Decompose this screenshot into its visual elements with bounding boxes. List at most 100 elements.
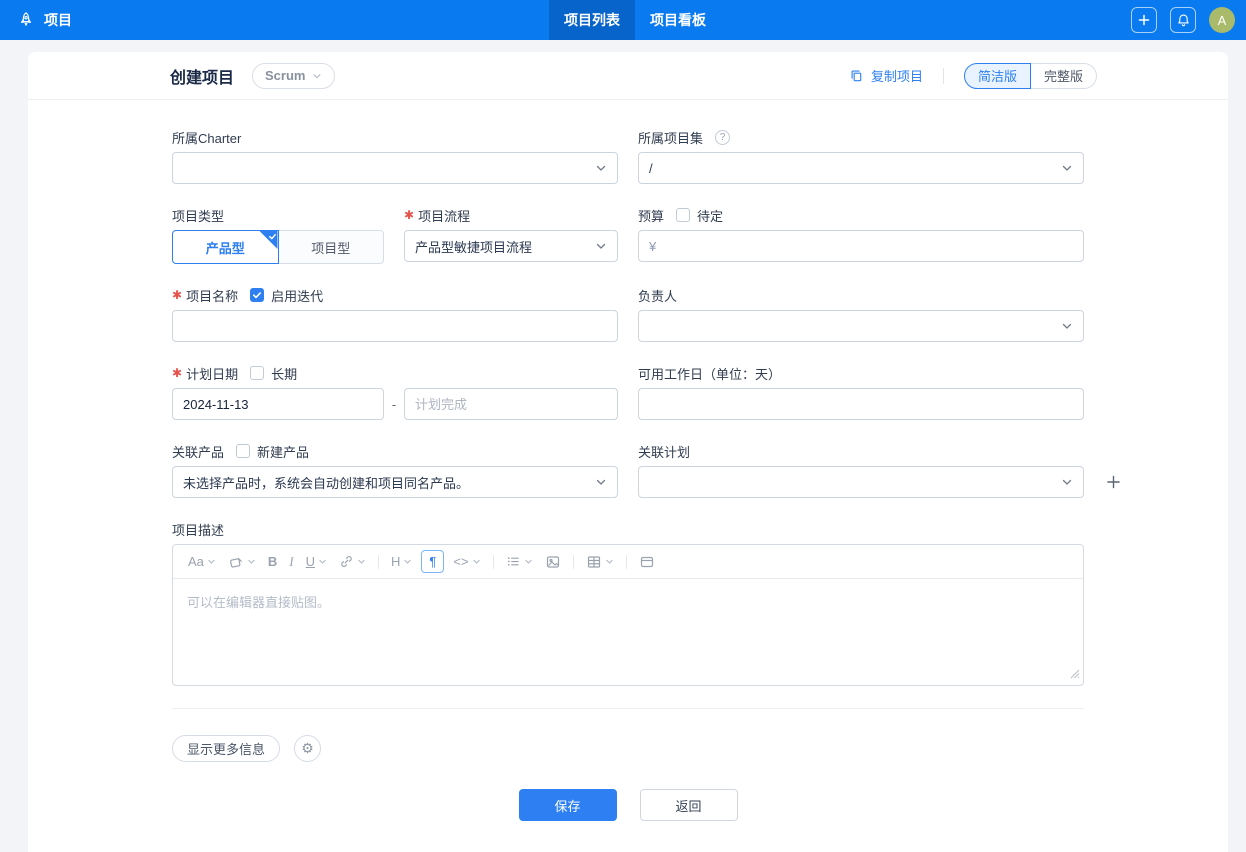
program-label: 所属项目集: [638, 130, 704, 146]
new-product-checkbox[interactable]: 新建产品: [236, 442, 309, 461]
tab-project-list[interactable]: 项目列表: [549, 0, 635, 40]
field-charter: 所属Charter: [172, 128, 618, 184]
app-title: 项目: [44, 12, 72, 28]
link-button[interactable]: [333, 550, 372, 574]
field-budget: 预算 待定 ¥: [638, 206, 1084, 264]
chevron-down-icon: [524, 557, 533, 566]
app-home[interactable]: 项目: [0, 10, 72, 30]
framework-selector[interactable]: Scrum: [252, 62, 336, 89]
budget-label: 预算: [638, 208, 665, 224]
budget-input[interactable]: [662, 231, 1073, 261]
chevron-down-icon: [595, 476, 607, 488]
editor-toolbar: Aa B I U H ¶ <>: [173, 545, 1083, 579]
required-mark: ✱: [404, 208, 415, 222]
project-type-project-label: 项目型: [311, 240, 351, 256]
divider: [625, 554, 627, 569]
field-owner: 负责人: [638, 286, 1084, 342]
iteration-checkbox[interactable]: 启用迭代: [250, 286, 323, 305]
help-icon[interactable]: ?: [715, 129, 731, 145]
field-project-type: 项目类型 产品型 项目型: [172, 206, 384, 264]
process-select[interactable]: 产品型敏捷项目流程: [404, 230, 618, 262]
chevron-down-icon: [1061, 162, 1073, 174]
chevron-down-icon: [1061, 476, 1073, 488]
italic-button[interactable]: I: [283, 550, 299, 574]
text-color-icon: [228, 554, 244, 570]
topbar: 项目 项目列表 项目看板 A: [0, 0, 1246, 40]
resize-handle-icon[interactable]: [1069, 667, 1080, 682]
code-button[interactable]: <>: [447, 550, 486, 574]
longterm-checkbox[interactable]: 长期: [250, 364, 297, 383]
rocket-icon: [17, 11, 35, 29]
workdays-input[interactable]: [638, 388, 1084, 420]
list-button[interactable]: [500, 550, 539, 574]
charter-select[interactable]: [172, 152, 618, 184]
view-toggle: 简洁版 完整版: [963, 62, 1097, 89]
product-select[interactable]: 未选择产品时，系统会自动创建和项目同名产品。: [172, 466, 618, 498]
framework-selector-label: Scrum: [265, 68, 306, 83]
budget-pending-checkbox[interactable]: 待定: [676, 206, 723, 225]
currency-symbol: ¥: [649, 238, 657, 254]
bell-icon: [1176, 13, 1191, 28]
field-plan-date: ✱计划日期 长期 -: [172, 364, 618, 420]
process-value: 产品型敏捷项目流程: [415, 239, 533, 255]
heading-icon: H: [391, 554, 401, 569]
bold-icon: B: [267, 554, 278, 569]
notifications-button[interactable]: [1170, 7, 1196, 33]
budget-pending-label: 待定: [697, 208, 724, 224]
project-type-product[interactable]: 产品型: [172, 230, 279, 264]
chevron-down-icon: [595, 240, 607, 252]
save-button[interactable]: 保存: [518, 789, 617, 821]
link-icon: [339, 554, 354, 569]
add-plan-button[interactable]: [1106, 475, 1121, 490]
new-product-label: 新建产品: [257, 444, 310, 460]
divider: [492, 554, 494, 569]
show-more-button[interactable]: 显示更多信息: [172, 735, 281, 762]
bold-button[interactable]: B: [262, 550, 283, 574]
owner-select[interactable]: [638, 310, 1084, 342]
budget-input-wrap: ¥: [638, 230, 1084, 262]
plan-begin-input[interactable]: [172, 388, 384, 420]
editor-content[interactable]: 可以在编辑器直接贴图。: [173, 579, 1083, 685]
charter-label: 所属Charter: [172, 130, 242, 146]
copy-project-label: 复制项目: [870, 69, 923, 84]
date-separator: -: [391, 396, 397, 412]
topbar-actions: A: [1131, 0, 1235, 40]
heading-button[interactable]: H: [385, 550, 418, 574]
panel-button[interactable]: [633, 550, 661, 574]
project-type-project[interactable]: 项目型: [278, 230, 384, 264]
copy-project-button[interactable]: 复制项目: [849, 66, 923, 85]
underline-button[interactable]: U: [300, 550, 333, 574]
settings-button[interactable]: ⚙: [294, 735, 322, 762]
font-style-button[interactable]: Aa: [182, 550, 222, 574]
table-button[interactable]: [580, 550, 620, 574]
plan-label: 关联计划: [638, 444, 691, 460]
tab-project-kanban[interactable]: 项目看板: [635, 0, 721, 40]
divider: [572, 554, 574, 569]
image-button[interactable]: [539, 550, 567, 574]
plan-select[interactable]: [638, 466, 1084, 498]
checkbox-unchecked-icon: [250, 366, 265, 380]
paragraph-button[interactable]: ¶: [421, 550, 445, 573]
back-button[interactable]: 返回: [639, 789, 738, 821]
chevron-down-icon: [595, 162, 607, 174]
card-header: 创建项目 Scrum 复制项目 简洁版 完整版: [28, 52, 1228, 100]
copy-icon: [849, 68, 864, 83]
image-icon: [545, 554, 561, 570]
text-color-button[interactable]: [222, 550, 262, 574]
more-info-row: 显示更多信息 ⚙: [172, 735, 1084, 762]
view-toggle-simple[interactable]: 简洁版: [963, 62, 1031, 89]
project-name-input[interactable]: [172, 310, 618, 342]
program-select[interactable]: /: [638, 152, 1084, 184]
list-icon: [506, 554, 521, 569]
avatar[interactable]: A: [1209, 7, 1235, 33]
create-button[interactable]: [1131, 7, 1157, 33]
create-project-form: 所属Charter 所属项目集 ? / 项目类型 产品型 项目型 ✱ 项目流程 …: [28, 100, 1228, 821]
chevron-down-icon: [357, 557, 366, 566]
program-value: /: [649, 160, 653, 176]
checkbox-checked-icon: [250, 288, 265, 302]
plan-end-input[interactable]: [404, 388, 618, 420]
gear-icon: ⚙: [301, 740, 314, 756]
view-toggle-full[interactable]: 完整版: [1030, 62, 1097, 89]
checkbox-unchecked-icon: [676, 208, 691, 222]
italic-icon: I: [289, 553, 294, 569]
